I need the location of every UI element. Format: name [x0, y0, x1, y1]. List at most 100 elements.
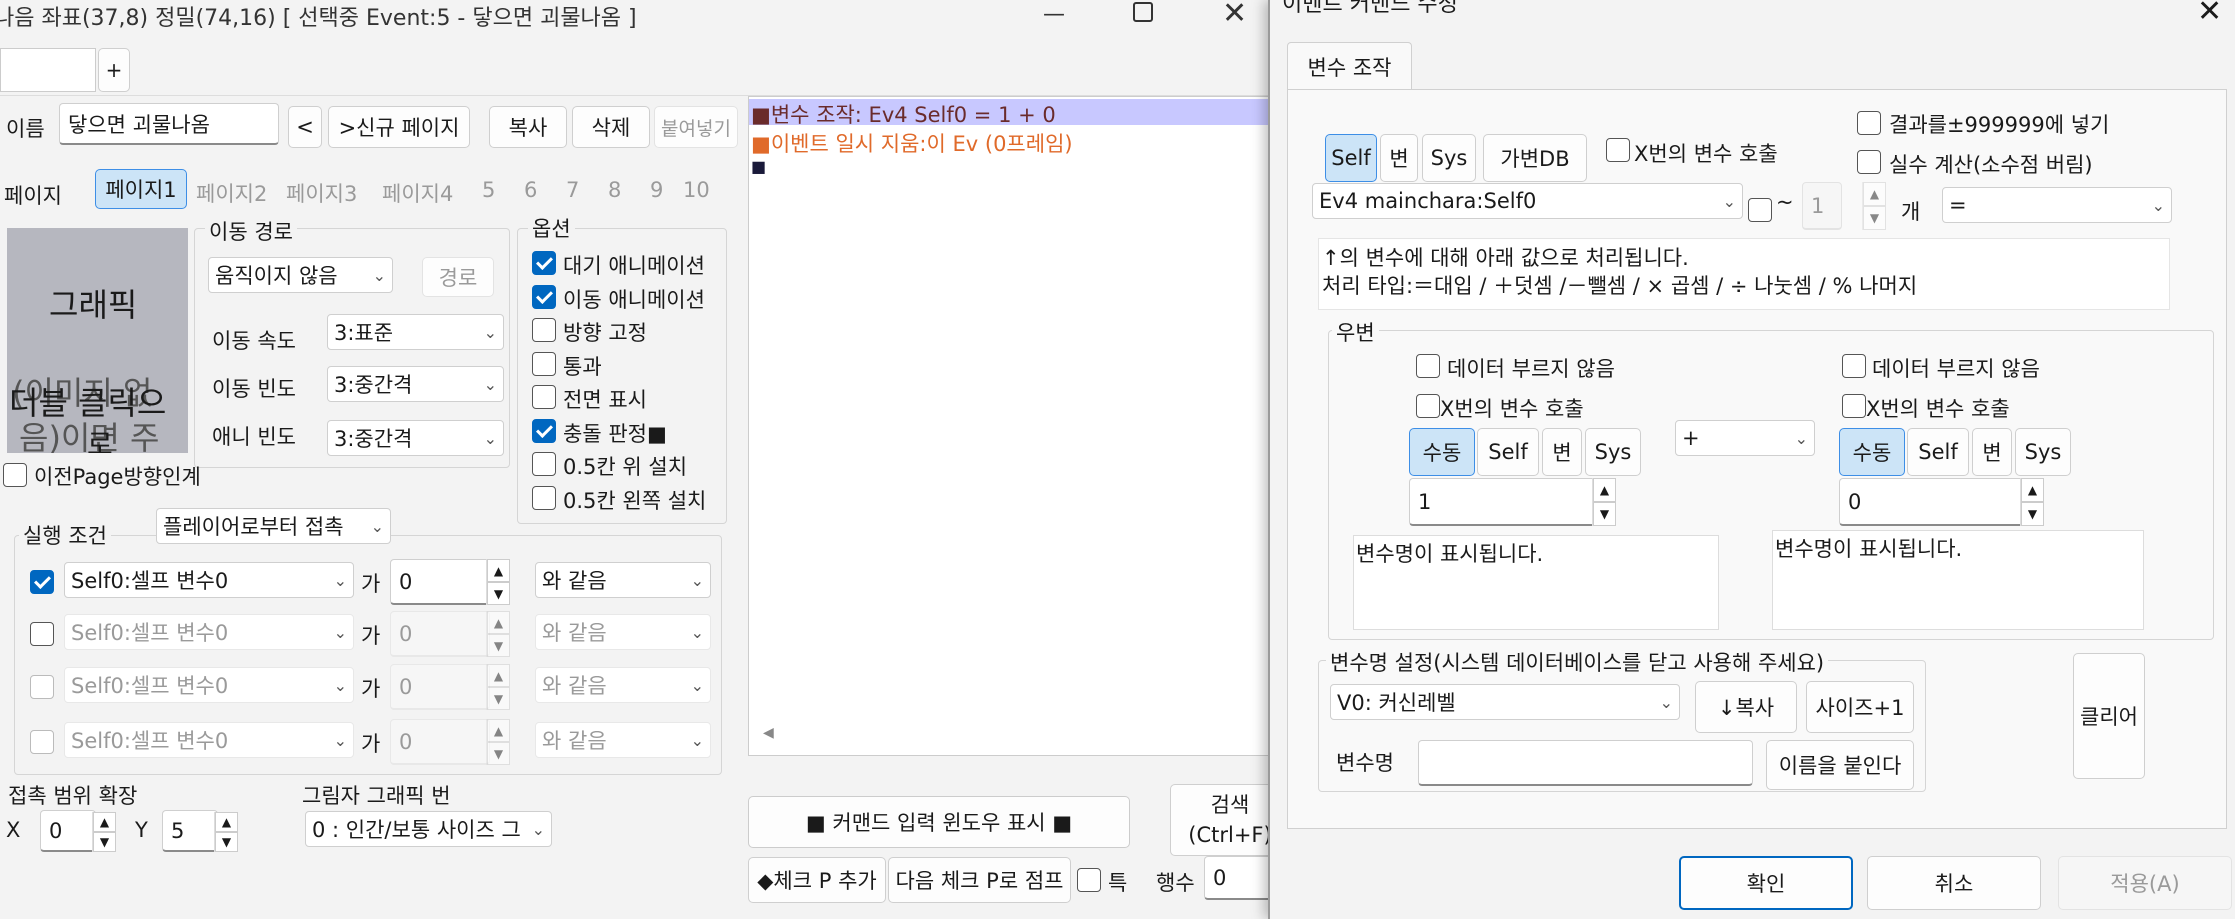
cond-var-select-3[interactable]: Self0:셀프 변수0 ⌄	[64, 667, 354, 703]
command-window-button[interactable]: ■ 커맨드 입력 윈도우 표시 ■	[748, 796, 1130, 848]
target-variable-select[interactable]: Ev4 mainchara:Self0 ⌄	[1312, 183, 1743, 219]
left-sys-button[interactable]: Sys	[1585, 428, 1641, 476]
trigger-select[interactable]: 플레이어로부터 접촉 ⌄	[156, 508, 391, 544]
command-list[interactable]: ■변수 조작: Ev4 Self0 = 1 + 0 ■이벤트 일시 지움:이 E…	[748, 96, 1279, 756]
cond-value-spinner-1[interactable]: ▲ ▼	[486, 559, 510, 605]
move-type-select[interactable]: 움직이지 않음 ⌄	[208, 257, 393, 293]
clear-button[interactable]: 클리어	[2073, 653, 2145, 779]
left-manual-button[interactable]: 수동	[1409, 428, 1475, 476]
command-line-2[interactable]: ■이벤트 일시 지움:이 Ev (0프레임)	[749, 128, 1073, 158]
new-page-button[interactable]: >신규 페이지	[328, 106, 470, 148]
page-tab-1[interactable]: 페이지1	[95, 169, 187, 209]
page-tab-6[interactable]: 6	[524, 178, 537, 202]
left-no-data-checkbox[interactable]	[1416, 354, 1440, 378]
assign-op-select[interactable]: = ⌄	[1942, 187, 2172, 223]
cond-checkbox-2[interactable]	[30, 622, 54, 646]
page-tab-2[interactable]: 페이지2	[196, 178, 267, 208]
option-checkbox-3[interactable]	[532, 318, 556, 342]
option-checkbox-2[interactable]	[532, 284, 556, 309]
dialog-close-icon[interactable]: ✕	[2197, 0, 2222, 29]
range-checkbox[interactable]	[1748, 198, 1772, 222]
page-tab-7[interactable]: 7	[566, 178, 579, 202]
route-button[interactable]: 경로	[422, 257, 494, 297]
option-checkbox-8[interactable]	[532, 485, 556, 510]
cond-value-input-1[interactable]: 0	[390, 559, 490, 605]
cond-op-select-1[interactable]: 와 같음 ⌄	[535, 562, 711, 598]
varname-select[interactable]: V0: 커신레벨 ⌄	[1330, 684, 1680, 720]
right-no-data-checkbox[interactable]	[1842, 354, 1866, 378]
left-self-button[interactable]: Self	[1477, 428, 1539, 476]
cond-var-select-1[interactable]: Self0:셀프 변수0 ⌄	[64, 562, 354, 598]
ok-button[interactable]: 확인	[1679, 856, 1853, 910]
x-call-checkbox[interactable]	[1606, 138, 1630, 162]
option-checkbox-6[interactable]	[532, 418, 556, 443]
tab-variable-op[interactable]: 변수 조작	[1287, 42, 1412, 90]
result-clamp-checkbox[interactable]	[1857, 111, 1881, 135]
maximize-icon[interactable]	[1133, 2, 1153, 22]
type-self-button[interactable]: Self	[1325, 134, 1377, 182]
cond-var-select-4[interactable]: Self0:셀프 변수0 ⌄	[64, 722, 354, 758]
speed-select[interactable]: 3:표준 ⌄	[327, 314, 504, 350]
line-count-input[interactable]: 0	[1204, 856, 1274, 900]
cond-op-select-2[interactable]: 와 같음 ⌄	[535, 614, 711, 650]
prev-page-dir-checkbox[interactable]	[3, 463, 27, 487]
count-spinner[interactable]: ▲ ▼	[1862, 182, 1886, 230]
count-input[interactable]: 1	[1802, 182, 1842, 230]
left-value-spinner[interactable]: ▲ ▼	[1592, 478, 1616, 526]
cond-op-select-3[interactable]: 와 같음 ⌄	[535, 667, 711, 703]
option-checkbox-7[interactable]	[532, 452, 556, 476]
event-name-input[interactable]: 닿으면 괴물나옴	[59, 103, 279, 145]
close-icon[interactable]: ✕	[1222, 0, 1247, 31]
apply-button[interactable]: 적용(A)	[2058, 856, 2232, 910]
cond-var-select-2[interactable]: Self0:셀프 변수0 ⌄	[64, 614, 354, 650]
type-sys-button[interactable]: Sys	[1422, 134, 1476, 182]
shadow-select[interactable]: 0 : 인간/보통 사이즈 그 ⌄	[305, 811, 552, 847]
prev-page-button[interactable]: <	[288, 106, 322, 148]
anim-select[interactable]: 3:중간격 ⌄	[327, 420, 504, 456]
type-vardb-button[interactable]: 가변DB	[1483, 134, 1587, 182]
add-tab-button[interactable]: +	[98, 48, 130, 92]
x-spinner[interactable]: ▲ ▼	[92, 812, 116, 852]
right-value-spinner[interactable]: ▲ ▼	[2020, 478, 2044, 526]
y-input[interactable]: 5	[162, 810, 218, 852]
option-checkbox-5[interactable]	[532, 385, 556, 409]
copy-page-button[interactable]: 복사	[489, 106, 567, 148]
cond-value-input-3[interactable]: 0	[390, 664, 490, 710]
cond-checkbox-3[interactable]	[30, 675, 54, 699]
cond-value-input-4[interactable]: 0	[390, 719, 490, 765]
cond-value-input-2[interactable]: 0	[390, 611, 490, 657]
size-up-button[interactable]: 사이즈+1	[1806, 681, 1914, 733]
y-spinner[interactable]: ▲ ▼	[214, 812, 238, 852]
next-check-button[interactable]: 다음 체크 P로 점프	[888, 857, 1071, 903]
cond-op-select-4[interactable]: 와 같음 ⌄	[535, 722, 711, 758]
page-tab-5[interactable]: 5	[482, 178, 495, 202]
type-var-button[interactable]: 변	[1380, 134, 1418, 182]
right-x-call-checkbox[interactable]	[1842, 394, 1866, 418]
left-var-button[interactable]: 변	[1542, 428, 1582, 476]
page-tab-4[interactable]: 페이지4	[382, 178, 453, 208]
right-self-button[interactable]: Self	[1907, 428, 1969, 476]
right-value-input[interactable]: 0	[1839, 478, 2039, 526]
command-line-3[interactable]: ■	[749, 157, 766, 176]
right-sys-button[interactable]: Sys	[2015, 428, 2071, 476]
add-check-button[interactable]: ◆체크 P 추가	[748, 857, 886, 903]
scroll-left-icon[interactable]: ◀	[763, 725, 774, 741]
freq-select[interactable]: 3:중간격 ⌄	[327, 366, 504, 402]
minimize-icon[interactable]: —	[1043, 2, 1065, 27]
varname-copy-button[interactable]: ↓복사	[1695, 681, 1797, 733]
option-checkbox-4[interactable]	[532, 351, 556, 376]
op-select[interactable]: + ⌄	[1675, 420, 1815, 456]
x-input[interactable]: 0	[40, 810, 96, 852]
varname-input[interactable]	[1418, 740, 1753, 786]
special-checkbox[interactable]	[1077, 868, 1101, 892]
delete-page-button[interactable]: 삭제	[572, 106, 650, 148]
cond-value-spinner-2[interactable]: ▲ ▼	[486, 611, 510, 657]
set-name-button[interactable]: 이름을 붙인다	[1766, 740, 1914, 790]
page-tab-9[interactable]: 9	[650, 178, 663, 202]
command-line-1[interactable]: ■변수 조작: Ev4 Self0 = 1 + 0	[749, 99, 1279, 127]
cond-checkbox-1[interactable]	[30, 570, 54, 594]
page-tab-8[interactable]: 8	[608, 178, 621, 202]
right-var-button[interactable]: 변	[1972, 428, 2012, 476]
cancel-button[interactable]: 취소	[1867, 856, 2041, 910]
graphic-preview[interactable]: 그래픽 (이미지 없 음)이면 주 더블 클릭으 로	[7, 228, 188, 453]
